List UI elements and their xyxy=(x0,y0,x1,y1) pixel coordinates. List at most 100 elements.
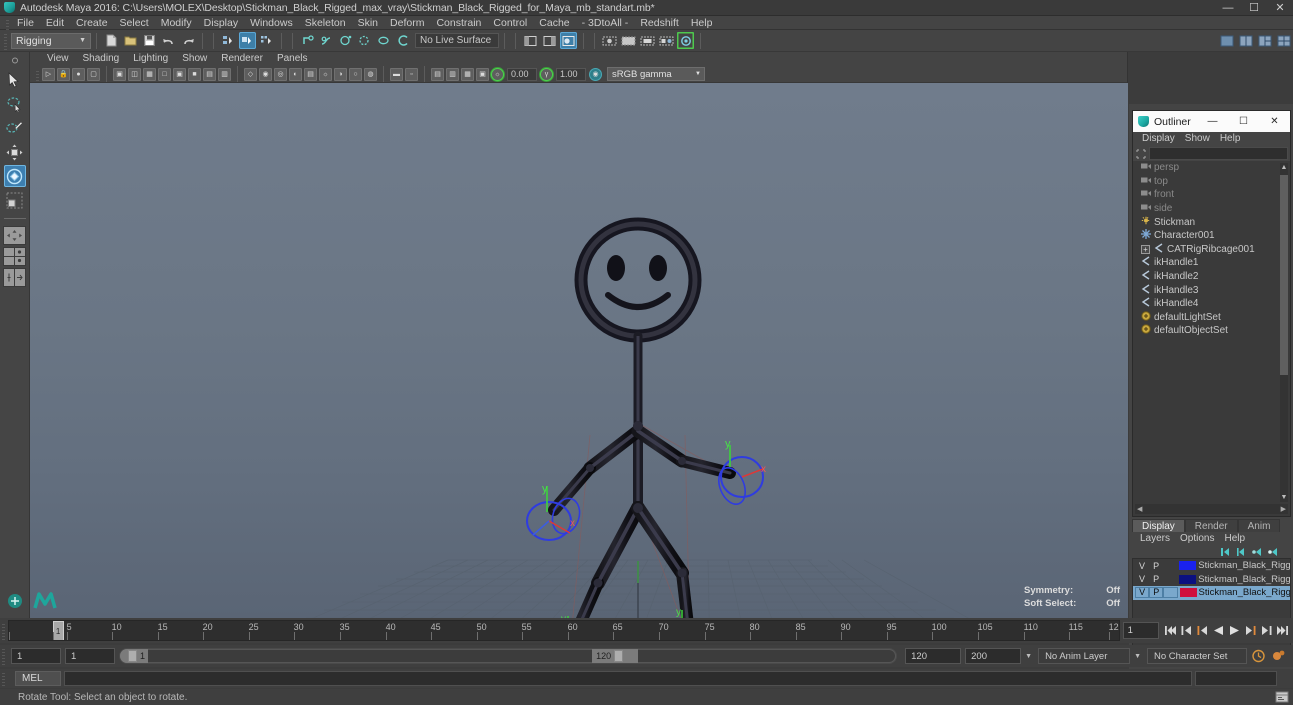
outliner-filter-icon[interactable] xyxy=(1135,148,1147,160)
current-frame-field[interactable]: 1 xyxy=(1122,622,1159,639)
exposure-value[interactable]: 0.00 xyxy=(507,67,537,81)
menu-deform[interactable]: Deform xyxy=(384,16,430,30)
ipr-render-icon[interactable] xyxy=(620,32,637,49)
render-current-frame-icon[interactable] xyxy=(601,32,618,49)
exposure-reset-icon[interactable]: ▣ xyxy=(476,67,489,81)
outliner-vertical-scrollbar[interactable]: ▲ ▼ xyxy=(1280,163,1288,502)
layer-playback-toggle[interactable]: P xyxy=(1149,561,1163,571)
scroll-left-icon[interactable]: ◀ xyxy=(1135,505,1142,513)
xray-active-components-icon[interactable]: ▦ xyxy=(461,67,474,81)
move-layer-down-icon[interactable] xyxy=(1236,547,1247,557)
menu-skeleton[interactable]: Skeleton xyxy=(299,16,352,30)
step-forward-keyframe-icon[interactable] xyxy=(1259,622,1274,639)
image-plane-icon[interactable]: ▣ xyxy=(113,67,126,81)
script-language-label[interactable]: MEL xyxy=(15,671,61,686)
texture-toggle-icon[interactable]: ▤ xyxy=(304,67,317,81)
layer-type-toggle[interactable] xyxy=(1163,587,1178,599)
snap-to-grid-icon[interactable] xyxy=(299,32,316,49)
vp-menu-lighting[interactable]: Lighting xyxy=(126,52,175,66)
scroll-down-icon[interactable]: ▼ xyxy=(1280,493,1288,502)
maximize-button[interactable]: ☐ xyxy=(1241,0,1267,16)
outliner-item-stickman[interactable]: Stickman xyxy=(1133,215,1290,229)
outliner-maximize-button[interactable]: ☐ xyxy=(1228,111,1259,132)
show-channel-box-icon[interactable] xyxy=(560,32,577,49)
field-chart-icon[interactable]: ▤ xyxy=(203,67,216,81)
chevron-down-icon[interactable]: ▼ xyxy=(1130,653,1145,660)
paint-select-tool-button[interactable] xyxy=(4,117,26,139)
toolbox-grip[interactable] xyxy=(4,53,26,67)
play-backwards-icon[interactable] xyxy=(1211,622,1226,639)
layer-visibility-toggle[interactable]: V xyxy=(1135,561,1149,571)
shadows-toggle-icon[interactable]: ◑ xyxy=(334,67,347,81)
step-forward-frame-icon[interactable] xyxy=(1243,622,1258,639)
time-slider-grip[interactable] xyxy=(0,620,6,641)
outliner-close-button[interactable]: ✕ xyxy=(1259,111,1290,132)
rotate-tool-button[interactable] xyxy=(3,165,26,187)
outliner-item-ikhandle3[interactable]: ikHandle3 xyxy=(1133,283,1290,297)
vp-menu-renderer[interactable]: Renderer xyxy=(214,52,270,66)
outliner-item-defaultlightset[interactable]: defaultLightSet xyxy=(1133,311,1290,325)
range-start-handle[interactable]: 1 xyxy=(120,649,148,663)
anim-layer-dropdown[interactable]: No Anim Layer xyxy=(1038,648,1131,664)
select-by-hierarchy-icon[interactable] xyxy=(220,32,237,49)
menu-constrain[interactable]: Constrain xyxy=(430,16,487,30)
layout-preset-single-button[interactable] xyxy=(3,226,26,245)
snap-to-curve-icon[interactable] xyxy=(318,32,335,49)
play-forwards-icon[interactable] xyxy=(1227,622,1242,639)
layer-menu-layers[interactable]: Layers xyxy=(1135,532,1175,546)
film-gate-icon[interactable]: □ xyxy=(158,67,171,81)
layer-playback-toggle[interactable]: P xyxy=(1149,574,1163,584)
snap-to-view-plane-icon[interactable] xyxy=(375,32,392,49)
screen-space-ao-icon[interactable]: ○ xyxy=(349,67,362,81)
outliner-minimize-button[interactable]: — xyxy=(1197,111,1228,132)
outliner-item-ikhandle4[interactable]: ikHandle4 xyxy=(1133,297,1290,311)
scroll-right-icon[interactable]: ▶ xyxy=(1281,505,1288,513)
menuset-dropdown[interactable]: Rigging ▼ xyxy=(11,32,91,49)
layer-color-swatch[interactable] xyxy=(1179,561,1197,571)
lasso-tool-button[interactable] xyxy=(4,93,26,115)
toolbar-grip[interactable] xyxy=(2,30,9,51)
outliner-item-catrigribcage001[interactable]: + CATRigRibcage001 xyxy=(1133,243,1290,257)
grid-toggle-icon[interactable]: ▦ xyxy=(143,67,156,81)
camera-attributes-icon[interactable]: ● xyxy=(72,67,85,81)
step-back-keyframe-icon[interactable] xyxy=(1179,622,1194,639)
outliner-menu-display[interactable]: Display xyxy=(1137,132,1180,146)
menu-skin[interactable]: Skin xyxy=(352,16,384,30)
select-by-object-icon[interactable] xyxy=(239,32,256,49)
go-to-end-icon[interactable] xyxy=(1275,622,1290,639)
outliner-menu-show[interactable]: Show xyxy=(1180,132,1215,146)
layer-visibility-toggle[interactable]: V xyxy=(1135,587,1150,599)
xray-toggle-icon[interactable]: ▤ xyxy=(431,67,444,81)
make-live-icon[interactable] xyxy=(394,32,411,49)
outliner-search-input[interactable] xyxy=(1149,147,1288,160)
expand-node-icon[interactable]: + xyxy=(1141,244,1150,254)
panel-layout-single-icon[interactable] xyxy=(1218,32,1235,49)
range-slider-bar[interactable]: 1 120 xyxy=(119,648,898,664)
select-tool-button[interactable] xyxy=(4,69,26,91)
scroll-up-icon[interactable]: ▲ xyxy=(1280,163,1288,172)
layer-row[interactable]: V P Stickman_Black_Rigge xyxy=(1133,573,1290,587)
layer-color-swatch[interactable] xyxy=(1179,574,1197,584)
bookmarks-icon[interactable]: ▢ xyxy=(87,67,100,81)
motion-blur-icon[interactable]: ◍ xyxy=(364,67,377,81)
lock-camera-icon[interactable]: 🔒 xyxy=(57,67,70,81)
menu-create[interactable]: Create xyxy=(70,16,114,30)
character-set-dropdown[interactable]: No Character Set xyxy=(1147,648,1247,664)
outliner-horizontal-scrollbar[interactable]: ◀ ▶ xyxy=(1135,504,1288,514)
menu-file[interactable]: File xyxy=(11,16,40,30)
layout-preset-split-button[interactable] xyxy=(3,268,26,287)
outliner-scroll-thumb[interactable] xyxy=(1280,175,1288,375)
show-tool-settings-icon[interactable] xyxy=(541,32,558,49)
multisample-icon[interactable]: ▬ xyxy=(390,67,403,81)
new-layer-from-selected-icon[interactable] xyxy=(1268,547,1279,557)
move-tool-button[interactable] xyxy=(4,141,26,163)
color-space-dropdown[interactable]: sRGB gamma ▼ xyxy=(607,67,705,81)
anim-start-time-field[interactable]: 1 xyxy=(11,648,61,664)
outliner-item-character001[interactable]: Character001 xyxy=(1133,229,1290,243)
outliner-list[interactable]: persp top front side Stickman Character0… xyxy=(1133,161,1290,338)
smooth-shade-selected-icon[interactable]: ◎ xyxy=(274,67,287,81)
smooth-shade-all-icon[interactable]: ◉ xyxy=(259,67,272,81)
tab-render[interactable]: Render xyxy=(1184,519,1238,532)
menu-modify[interactable]: Modify xyxy=(155,16,198,30)
layer-row[interactable]: V P Stickman_Black_Rigge xyxy=(1133,559,1290,573)
